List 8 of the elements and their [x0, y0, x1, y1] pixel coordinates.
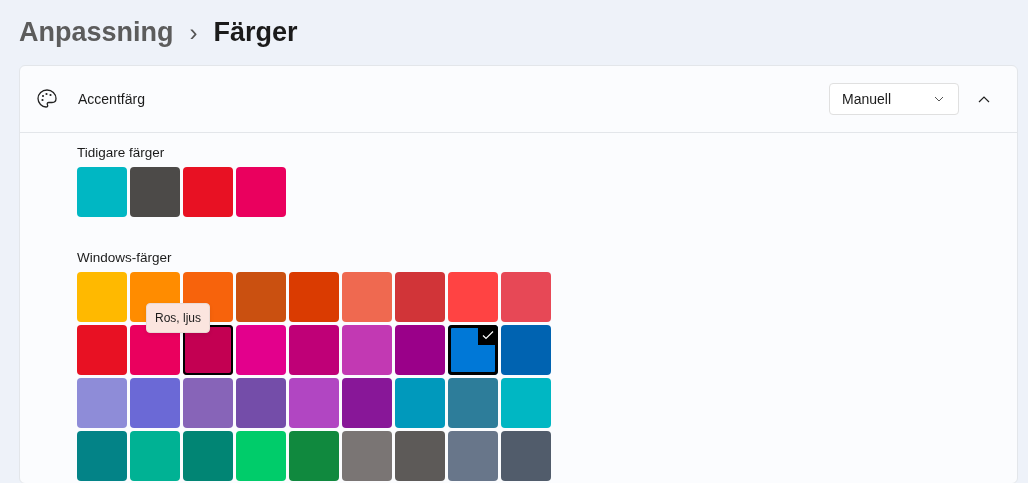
mode-dropdown[interactable]: Manuell: [829, 83, 959, 115]
section-label: Windows-färger: [77, 250, 173, 265]
tooltip: Ros, ljus: [146, 303, 210, 333]
section-label: Tidigare färger: [77, 145, 166, 160]
breadcrumb-separator: ›: [189, 18, 198, 47]
page-title: Färger: [213, 17, 298, 48]
setting-label: Accentfärg: [78, 91, 146, 107]
breadcrumb-parent[interactable]: Anpassning: [19, 17, 174, 48]
